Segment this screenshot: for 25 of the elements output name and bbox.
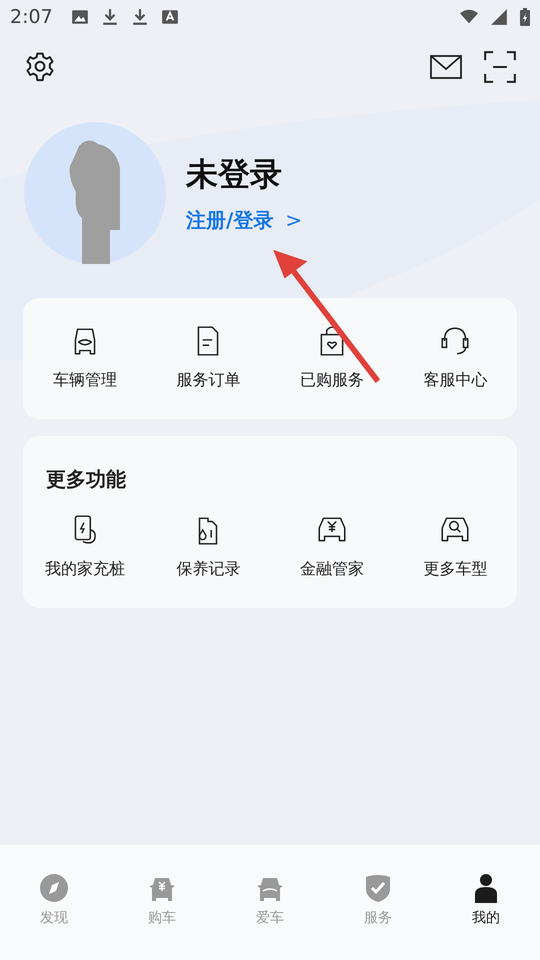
section-title: 更多功能 — [46, 466, 127, 493]
shield-icon — [363, 873, 393, 903]
keyboard-icon — [160, 8, 179, 26]
download-icon — [130, 8, 149, 26]
function-item[interactable]: 更多车型 — [394, 513, 517, 580]
wifi-icon — [460, 8, 478, 26]
signal-icon — [490, 8, 508, 26]
battery-icon — [520, 8, 530, 26]
shortcut-label[interactable]: 客服中心 — [423, 370, 488, 391]
download-icon — [100, 8, 119, 26]
scan-icon[interactable] — [484, 51, 516, 83]
mail-icon[interactable] — [430, 55, 462, 79]
login-link[interactable]: 注册/登录 > — [186, 206, 302, 234]
login-status: 未登录 — [186, 154, 283, 194]
shortcut-label[interactable]: 服务订单 — [176, 370, 240, 391]
status-time: 2:07 — [10, 6, 53, 28]
compass-icon — [39, 873, 69, 903]
image-icon — [70, 8, 89, 26]
function-item[interactable]: 保养记录 — [146, 513, 270, 580]
shortcut-label[interactable]: 已购服务 — [300, 370, 364, 391]
settings-icon[interactable] — [24, 51, 56, 83]
function-item[interactable]: 我的家充桩 — [23, 513, 146, 580]
shortcut-label[interactable]: 车辆管理 — [52, 370, 117, 391]
function-item[interactable]: 金融管家 — [270, 513, 394, 580]
nav-tab[interactable]: 我的 — [432, 873, 540, 927]
